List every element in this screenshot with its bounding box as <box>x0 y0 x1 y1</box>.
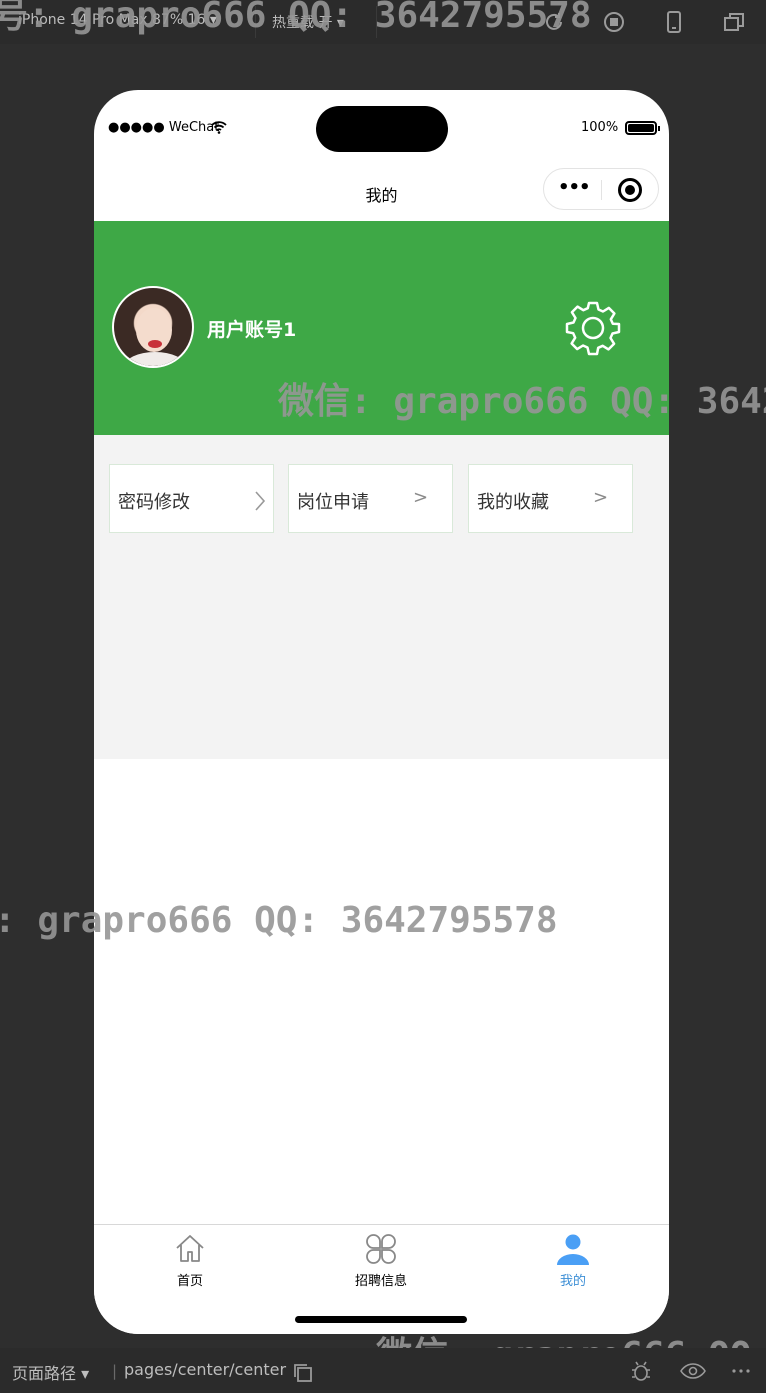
grid-icon <box>366 1234 396 1264</box>
phone-screen: ●●●●● WeChat 100% 我的 ••• 用户账号1 密码修改 岗位申请… <box>94 90 669 1334</box>
tab-home[interactable]: 首页 <box>94 1225 286 1295</box>
tab-mine[interactable]: 我的 <box>477 1225 669 1295</box>
profile-header: 用户账号1 <box>94 221 669 435</box>
menu-area: 密码修改 岗位申请 > 我的收藏 > <box>94 435 669 759</box>
menu-item-label: 岗位申请 <box>297 492 369 513</box>
hot-reload-select[interactable]: 热重载 开 ▾ <box>272 12 344 32</box>
page-path-value: pages/center/center <box>124 1360 287 1379</box>
page-path-dropdown[interactable]: 页面路径 ▾ <box>12 1360 89 1384</box>
menu-item-arrow: > <box>593 487 609 508</box>
copy-icon[interactable] <box>292 1362 314 1384</box>
settings-gear-icon[interactable] <box>564 299 622 357</box>
menu-item-job-application[interactable]: 岗位申请 > <box>288 464 453 533</box>
tab-jobs[interactable]: 招聘信息 <box>285 1225 477 1295</box>
navigation-bar: 我的 ••• <box>94 160 669 220</box>
more-icon[interactable]: ••• <box>558 177 591 198</box>
dynamic-island <box>316 106 448 152</box>
battery-icon <box>625 121 660 135</box>
device-select[interactable]: iPhone 14 Pro Max 87% 16 ▾ <box>18 12 217 28</box>
menu-item-my-favorites[interactable]: 我的收藏 > <box>468 464 633 533</box>
refresh-icon[interactable] <box>542 10 566 34</box>
menu-item-change-password[interactable]: 密码修改 <box>109 464 274 533</box>
wifi-icon <box>211 121 227 134</box>
close-miniprogram-icon[interactable] <box>618 178 642 202</box>
home-icon <box>176 1235 204 1262</box>
path-separator: | <box>112 1362 118 1380</box>
username: 用户账号1 <box>207 319 297 341</box>
carrier-signal: ●●●●● WeChat <box>108 120 220 135</box>
page-path-bar: 页面路径 ▾ | pages/center/center <box>0 1348 766 1393</box>
miniprogram-capsule: ••• <box>543 168 659 210</box>
record-icon[interactable] <box>602 10 626 34</box>
capsule-divider <box>601 180 602 200</box>
battery-percent: 100% <box>581 120 619 135</box>
phone-icon[interactable] <box>662 10 686 34</box>
more-options-icon[interactable] <box>730 1360 752 1382</box>
eye-icon[interactable] <box>680 1360 706 1382</box>
menu-item-label: 我的收藏 <box>477 492 549 513</box>
chevron-right-icon <box>255 491 266 511</box>
tab-label: 首页 <box>176 1274 203 1289</box>
menu-item-label: 密码修改 <box>118 492 190 513</box>
home-indicator <box>295 1316 467 1323</box>
user-icon <box>557 1234 589 1265</box>
toolbar-divider <box>255 6 256 38</box>
avatar[interactable] <box>112 286 194 368</box>
bug-icon[interactable] <box>630 1360 652 1382</box>
toolbar-divider <box>376 6 377 38</box>
tab-label: 我的 <box>559 1274 586 1289</box>
tab-label: 招聘信息 <box>354 1274 407 1289</box>
devtools-toolbar: iPhone 14 Pro Max 87% 16 ▾ 热重载 开 ▾ <box>0 0 766 44</box>
windows-icon[interactable] <box>722 10 746 34</box>
status-bar: ●●●●● WeChat 100% <box>94 90 669 160</box>
menu-item-arrow: > <box>413 487 429 508</box>
